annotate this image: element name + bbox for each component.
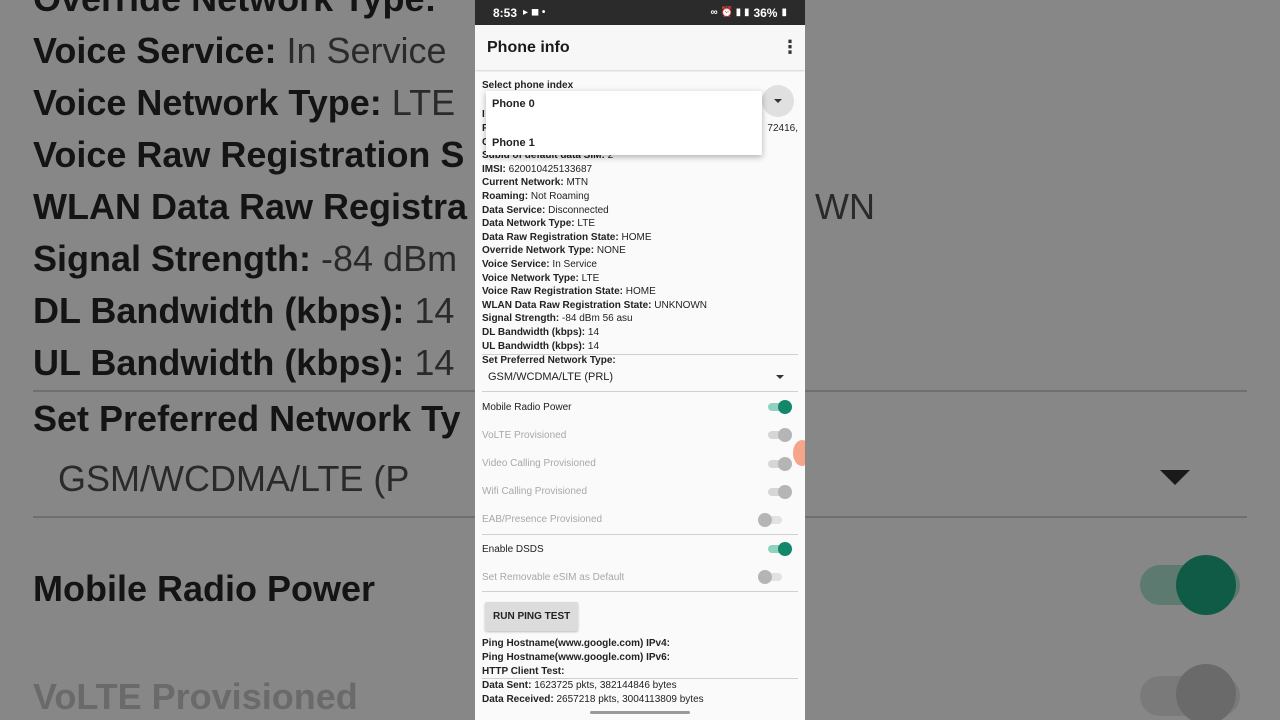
switch[interactable] xyxy=(758,570,784,585)
toggle-list-2: Enable DSDS Set Removable eSIM as Defaul… xyxy=(482,535,798,591)
battery-percent: 36% xyxy=(753,5,778,20)
bg-row: Mobile Radio Power xyxy=(33,568,376,609)
touch-indicator xyxy=(793,440,805,466)
ping-results: Ping Hostname(www.google.com) IPv4: Ping… xyxy=(482,637,798,678)
bg-row: Voice Service: In Service xyxy=(33,30,447,71)
ping-ipv6-label: Ping Hostname(www.google.com) IPv6: xyxy=(482,652,670,663)
switch[interactable] xyxy=(766,542,792,557)
toggle-video-calling-provisioned[interactable]: Video Calling Provisioned xyxy=(482,449,798,477)
toggle-label: Mobile Radio Power xyxy=(482,401,572,413)
page-title: Phone info xyxy=(487,38,570,56)
info-row: Data Raw Registration State: HOME xyxy=(482,231,652,243)
bg-dropdown-arrow-icon xyxy=(1160,470,1190,485)
bg-switch-thumb xyxy=(1176,555,1236,615)
toggle-label: VoLTE Provisioned xyxy=(482,429,567,441)
switch[interactable] xyxy=(766,484,792,499)
switch[interactable] xyxy=(766,428,792,443)
phone-option-0[interactable]: Phone 0 xyxy=(492,98,535,110)
toggle-volte-provisioned[interactable]: VoLTE Provisioned xyxy=(482,421,798,449)
bg-row: Override Network Type: xyxy=(33,0,436,20)
notification-icons: ▸ ◼ • xyxy=(523,7,546,18)
signal-icon: ∞ ⏰ ▮ ▮ xyxy=(710,7,750,18)
info-row: Data Service: Disconnected xyxy=(482,204,609,216)
info-row: Voice Raw Registration State: HOME xyxy=(482,286,656,298)
toggle-label: Enable DSDS xyxy=(482,543,544,555)
toggle-mobile-radio-power[interactable]: Mobile Radio Power xyxy=(482,393,798,421)
switch[interactable] xyxy=(758,512,784,527)
bg-row: Set Preferred Network Ty xyxy=(33,398,461,439)
phone-screen: 8:53 ▸ ◼ • ∞ ⏰ ▮ ▮ 36% ▮ Phone info ⋮ Se… xyxy=(475,0,805,720)
info-row: UL Bandwidth (kbps): 14 xyxy=(482,340,600,352)
preferred-network-spinner[interactable]: GSM/WCDMA/LTE (PRL) xyxy=(482,366,798,388)
info-row: WLAN Data Raw Registration State: UNKNOW… xyxy=(482,299,708,311)
info-list: Current subId: 3 SubId of default data S… xyxy=(482,136,798,354)
battery-icon: ▮ xyxy=(781,7,787,18)
http-client-test-label: HTTP Client Test: xyxy=(482,665,565,677)
info-row: IMSI: 620010425133687 xyxy=(482,163,593,175)
info-row: Signal Strength: -84 dBm 56 asu xyxy=(482,313,633,325)
toggle-eab-presence-provisioned[interactable]: EAB/Presence Provisioned xyxy=(482,506,798,534)
info-row: Data Network Type: LTE xyxy=(482,218,596,230)
toggle-label: Wifi Calling Provisioned xyxy=(482,486,588,498)
bg-row: WLAN Data Raw Registra xyxy=(33,186,468,227)
switch[interactable] xyxy=(766,400,792,415)
data-received-row: Data Received: 2657218 pkts, 3004113809 … xyxy=(482,693,704,705)
bg-row: Signal Strength: -84 dBm xyxy=(33,238,458,279)
bg-row: UL Bandwidth (kbps): 14 xyxy=(33,342,455,383)
data-stats: Data Sent: 1623725 pkts, 382144846 bytes… xyxy=(482,679,798,706)
phone-option-1[interactable]: Phone 1 xyxy=(492,137,535,149)
bg-row: Voice Raw Registration S xyxy=(33,134,465,175)
divider xyxy=(482,391,798,393)
phone-index-label: Select phone index xyxy=(482,80,574,91)
bg-switch-thumb xyxy=(1176,664,1236,720)
bg-row: GSM/WCDMA/LTE (P xyxy=(58,458,410,499)
phone-index-popup: Phone 0 Phone 1 xyxy=(486,91,762,155)
toggle-enable-dsds[interactable]: Enable DSDS xyxy=(482,535,798,563)
app-bar: Phone info ⋮ xyxy=(475,25,805,70)
divider xyxy=(482,591,798,593)
preferred-network-value: GSM/WCDMA/LTE (PRL) xyxy=(488,371,614,384)
status-bar: 8:53 ▸ ◼ • ∞ ⏰ ▮ ▮ 36% ▮ xyxy=(475,0,805,25)
toggle-label: Set Removable eSIM as Default xyxy=(482,571,625,583)
info-row: DL Bandwidth (kbps): 14 xyxy=(482,326,600,338)
preferred-network-label: Set Preferred Network Type: xyxy=(482,355,616,367)
info-row: Roaming: Not Roaming xyxy=(482,190,590,202)
data-sent-row: Data Sent: 1623725 pkts, 382144846 bytes xyxy=(482,680,677,692)
status-time: 8:53 xyxy=(493,5,518,20)
bg-row: DL Bandwidth (kbps): 14 xyxy=(33,290,455,331)
info-row: Voice Service: In Service xyxy=(482,258,597,270)
toggle-label: EAB/Presence Provisioned xyxy=(482,514,603,526)
bg-row: Voice Network Type: LTE xyxy=(33,82,456,123)
info-row: Override Network Type: NONE xyxy=(482,245,626,257)
run-ping-test-button[interactable]: RUN PING TEST xyxy=(485,602,579,632)
info-row: Current Network: MTN xyxy=(482,177,589,189)
gesture-bar[interactable] xyxy=(590,711,690,714)
more-vert-icon[interactable]: ⋮ xyxy=(781,37,799,58)
toggle-list: Mobile Radio Power VoLTE Provisioned Vid… xyxy=(482,393,798,534)
dropdown-arrow-icon xyxy=(776,375,784,380)
bg-row: VoLTE Provisioned xyxy=(33,676,358,717)
dropdown-toggle-button[interactable] xyxy=(762,85,794,117)
info-row: Voice Network Type: LTE xyxy=(482,272,600,284)
toggle-removable-esim-default[interactable]: Set Removable eSIM as Default xyxy=(482,563,798,591)
ping-ipv4-label: Ping Hostname(www.google.com) IPv4: xyxy=(482,638,670,650)
bg-row-value: WN xyxy=(815,186,875,227)
switch[interactable] xyxy=(766,456,792,471)
status-right: ∞ ⏰ ▮ ▮ 36% ▮ xyxy=(711,6,787,20)
main-content: Select phone index I P 72416, Current su… xyxy=(475,80,805,706)
toggle-label: Video Calling Provisioned xyxy=(482,458,596,470)
toggle-wifi-calling-provisioned[interactable]: Wifi Calling Provisioned xyxy=(482,478,798,506)
